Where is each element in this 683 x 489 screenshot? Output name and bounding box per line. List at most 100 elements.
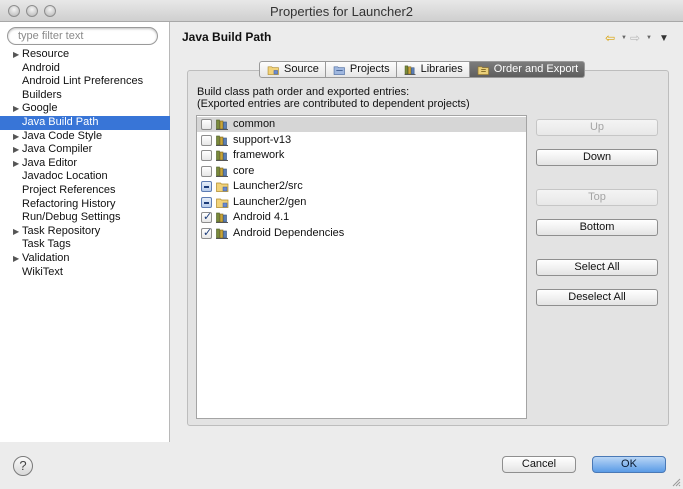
export-checkbox[interactable] <box>201 165 212 177</box>
tree-item-label: Task Repository <box>22 224 101 237</box>
tab-source[interactable]: Source <box>259 61 326 78</box>
tree-item-label: Java Code Style <box>22 129 103 142</box>
export-checkbox[interactable] <box>201 210 212 223</box>
entry-label: Launcher2/gen <box>233 195 307 208</box>
view-menu-icon[interactable]: ▼ <box>659 33 669 44</box>
tree-item[interactable]: Project References <box>0 184 170 198</box>
tree-item-label: Javadoc Location <box>22 170 108 183</box>
export-checkbox[interactable] <box>201 150 212 161</box>
entry-label: Launcher2/src <box>233 180 303 192</box>
tree-item[interactable]: ▶ Resource <box>0 48 170 62</box>
source-folder-icon <box>216 182 229 192</box>
tree-item[interactable]: WikiText <box>0 266 170 280</box>
tab-libraries[interactable]: Libraries <box>396 61 470 78</box>
forward-history-dropdown-icon[interactable]: ▼ <box>646 35 652 41</box>
library-icon <box>216 228 228 239</box>
window-title: Properties for Launcher2 <box>269 4 414 19</box>
tree-item[interactable]: Android <box>0 62 170 76</box>
tree-item[interactable]: ▶ Java Compiler <box>0 143 170 157</box>
down-button[interactable]: Down <box>536 149 658 166</box>
tree-item[interactable]: Java Build Path <box>0 115 170 130</box>
entry-label: common <box>233 118 276 130</box>
expand-arrow-icon[interactable]: ▶ <box>13 157 19 171</box>
bottom-button[interactable]: Bottom <box>536 219 658 236</box>
tree-item-label: Android <box>22 61 60 74</box>
up-button[interactable]: Up <box>536 119 658 136</box>
entry-label: core <box>233 164 255 177</box>
page-title: Java Build Path <box>182 30 272 44</box>
expand-arrow-icon[interactable]: ▶ <box>13 48 19 62</box>
tab-label: Projects <box>349 63 390 75</box>
classpath-entry[interactable]: support-v13 <box>197 133 526 148</box>
tree-item[interactable]: Refactoring History <box>0 198 170 212</box>
expand-arrow-icon[interactable]: ▶ <box>13 130 19 144</box>
library-icon <box>216 119 228 130</box>
classpath-entry[interactable]: Launcher2/gen <box>197 195 526 210</box>
tree-item-label: Java Compiler <box>22 143 93 156</box>
filter-placeholder: type filter text <box>18 30 84 42</box>
tree-item[interactable]: Builders <box>0 89 170 103</box>
library-icon <box>216 212 228 223</box>
export-checkbox[interactable] <box>201 226 212 239</box>
entry-label: Android Dependencies <box>233 226 345 239</box>
build-path-tabs: Source Projects Libraries Order and Export <box>259 61 586 78</box>
tree-item-label: Resource <box>22 48 70 60</box>
preference-pages-panel: type filter text ▶ Resource Android Android… <box>0 22 170 442</box>
description-line-2: (Exported entries are contributed to dep… <box>197 98 470 110</box>
classpath-entry[interactable]: Launcher2/src <box>197 179 526 194</box>
export-checkbox[interactable] <box>201 196 212 208</box>
tree-item-label: Android Lint Preferences <box>22 75 144 88</box>
window-titlebar: Properties for Launcher2 <box>0 0 683 22</box>
source-folder-icon <box>267 66 279 75</box>
export-checkbox[interactable] <box>201 119 212 130</box>
tree-item-label: Validation <box>22 251 70 264</box>
expand-arrow-icon[interactable]: ▶ <box>13 252 19 266</box>
back-history-dropdown-icon[interactable]: ▼ <box>621 35 627 41</box>
expand-arrow-icon[interactable]: ▶ <box>13 225 19 239</box>
tree-item[interactable]: Task Tags <box>0 238 170 252</box>
cancel-button[interactable]: Cancel <box>502 456 576 473</box>
classpath-entry[interactable]: framework <box>197 148 526 163</box>
tree-item-label: Project References <box>22 183 116 196</box>
back-arrow-icon[interactable]: ⇦ <box>605 31 615 45</box>
order-description: Build class path order and exported entr… <box>197 86 470 110</box>
tree-item-label: Google <box>22 102 58 115</box>
classpath-entry[interactable]: core <box>197 164 526 179</box>
classpath-entry[interactable]: common <box>197 117 526 132</box>
classpath-entry[interactable]: Android Dependencies <box>197 226 526 241</box>
expand-arrow-icon[interactable]: ▶ <box>13 143 19 157</box>
tree-item[interactable]: Run/Debug Settings <box>0 211 170 225</box>
entry-label: Android 4.1 <box>233 211 290 223</box>
library-icon <box>216 150 228 161</box>
classpath-entry[interactable]: Android 4.1 <box>197 210 526 225</box>
tree-item[interactable]: ▶ Task Repository <box>0 225 170 239</box>
export-checkbox[interactable] <box>201 181 212 192</box>
filter-input[interactable]: type filter text <box>7 27 158 45</box>
tree-item-label: Java Editor <box>22 156 78 169</box>
tree-item[interactable]: ▶ Java Code Style <box>0 130 170 144</box>
deselect-all-button[interactable]: Deselect All <box>536 289 658 306</box>
ok-button[interactable]: OK <box>592 456 666 473</box>
preference-tree: ▶ Resource Android Android Lint Preferences… <box>0 48 170 279</box>
tab-order-and-export[interactable]: Order and Export <box>469 61 586 78</box>
tree-item[interactable]: Javadoc Location <box>0 170 170 184</box>
tree-item[interactable]: ▶ Validation <box>0 252 170 266</box>
tree-item-label: Java Build Path <box>22 115 99 128</box>
tree-item[interactable]: ▶ Java Editor <box>0 157 170 171</box>
tree-item[interactable]: Android Lint Preferences <box>0 75 170 89</box>
library-icon <box>216 166 228 177</box>
export-checkbox[interactable] <box>201 134 212 146</box>
tree-item[interactable]: ▶ Google <box>0 102 170 116</box>
forward-arrow-icon[interactable]: ⇨ <box>630 31 640 45</box>
tab-label: Libraries <box>420 63 463 75</box>
classpath-entry-list[interactable]: common support-v13 framework core Launcher2/… <box>196 115 527 419</box>
library-icon <box>404 65 416 75</box>
expand-arrow-icon[interactable]: ▶ <box>13 102 19 116</box>
tree-item-label: Builders <box>22 88 62 101</box>
tab-projects[interactable]: Projects <box>325 61 397 78</box>
select-all-button[interactable]: Select All <box>536 259 658 276</box>
resize-grip-icon[interactable] <box>671 477 681 487</box>
tab-label: Source <box>284 63 319 75</box>
top-button[interactable]: Top <box>536 189 658 206</box>
help-button[interactable]: ? <box>13 456 33 476</box>
